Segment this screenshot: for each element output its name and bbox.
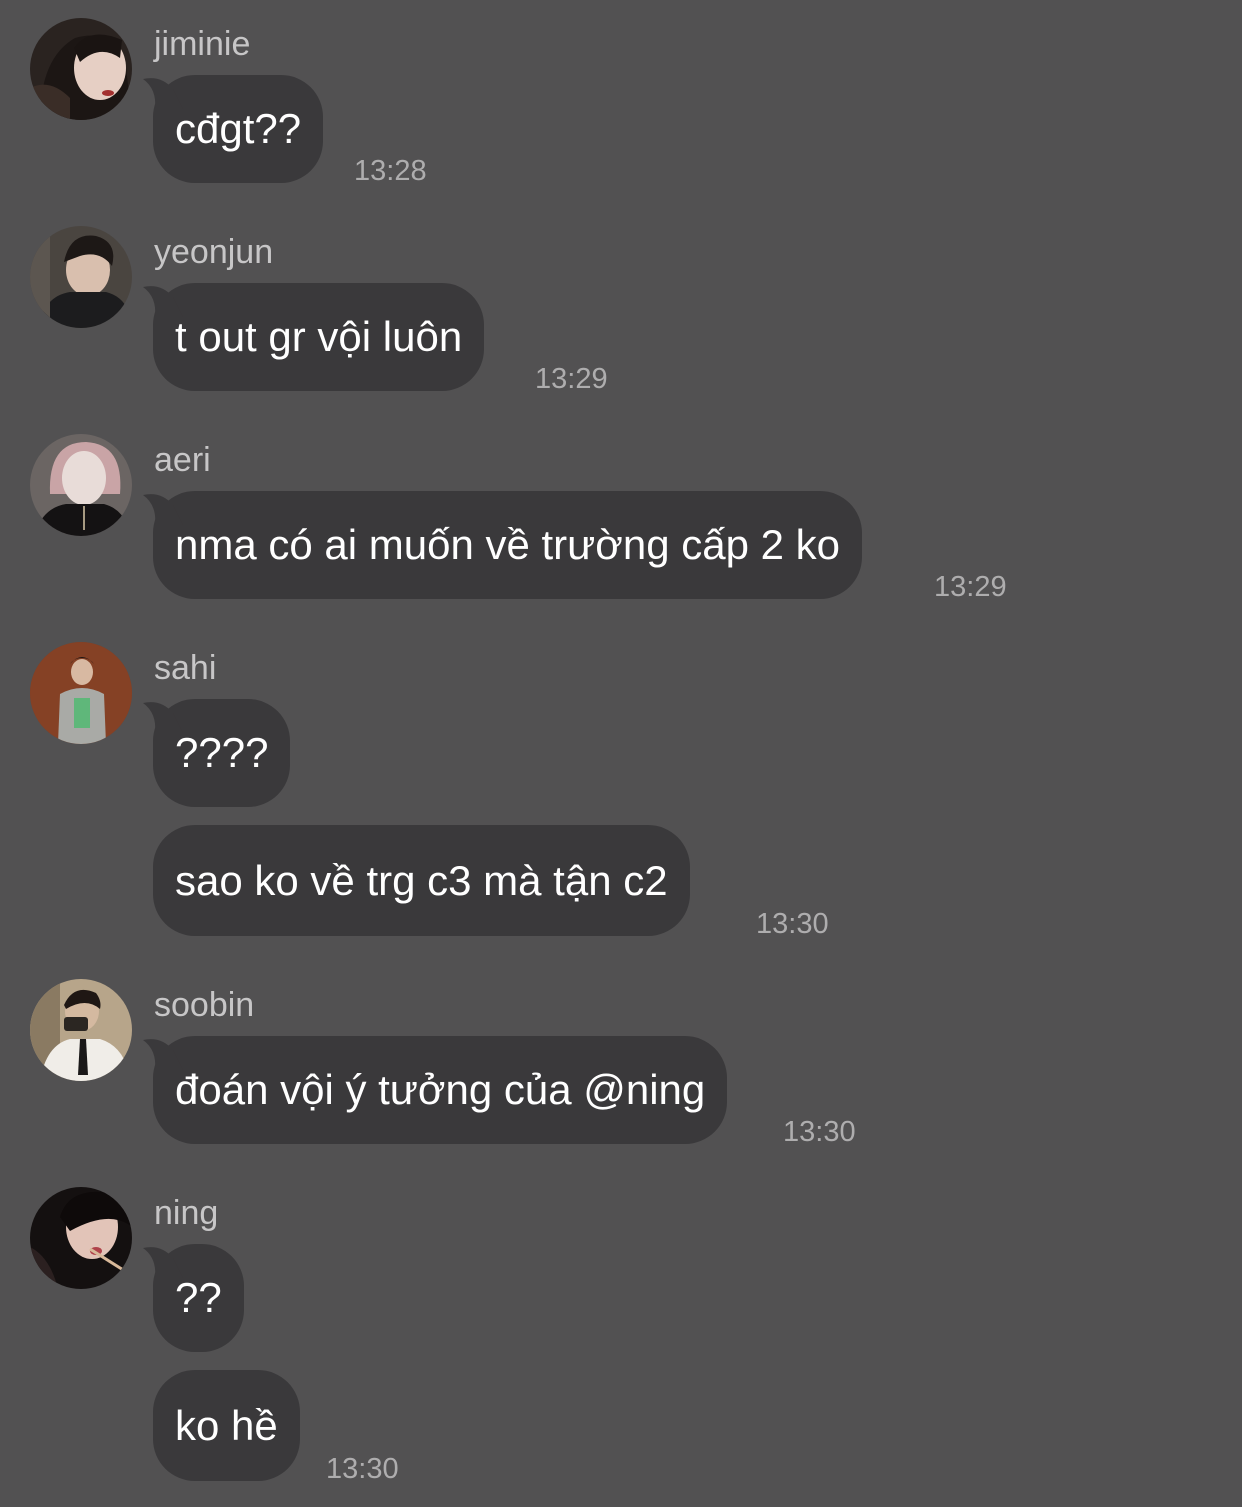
message-time: 13:30 [783,1116,856,1148]
message-bubble[interactable]: nma có ai muốn về trường cấp 2 ko [143,491,862,599]
message-text: đoán vội ý tưởng của @ning [175,1066,706,1113]
message-bubble[interactable]: sao ko về trg c3 mà tận c2 [153,825,690,936]
sender-name: yeonjun [154,233,274,271]
sender-name: jiminie [154,25,251,63]
message-time: 13:29 [934,571,1007,603]
message-bubble[interactable]: ko hề [153,1370,300,1481]
message-time: 13:28 [354,155,427,187]
avatar-ning-icon[interactable] [30,1187,132,1289]
message-text: sao ko về trg c3 mà tận c2 [175,856,668,904]
message-bubble[interactable]: đoán vội ý tưởng của @ning [143,1036,728,1144]
avatar-sahi-icon[interactable] [30,642,132,744]
bubble-tail [143,78,183,109]
avatar-yeonjun-icon[interactable] [30,226,132,328]
sender-name: sahi [154,649,217,687]
message-text: ?? [175,1274,222,1321]
message-bubble[interactable]: ???? [143,699,291,807]
message-text: ko hề [175,1401,278,1449]
sender-name: ning [154,1194,219,1232]
sender-name: soobin [154,986,255,1024]
message-time: 13:30 [326,1453,399,1485]
bubble-tail [143,1039,183,1070]
message-bubble[interactable]: cđgt?? [143,75,324,183]
message-time: 13:29 [535,363,608,395]
message-text: cđgt?? [175,105,302,152]
avatar-aeri-icon[interactable] [30,434,132,536]
avatar-jiminie-icon[interactable] [30,18,132,120]
message-text: t out gr vội luôn [175,313,463,360]
bubble-tail [143,1247,183,1278]
avatar-soobin-icon[interactable] [30,979,132,1081]
bubble-tail [143,494,183,525]
bubble-tail [143,286,183,317]
message-bubble[interactable]: t out gr vội luôn [143,283,485,391]
message-text: nma có ai muốn về trường cấp 2 ko [175,521,840,568]
message-time: 13:30 [756,908,829,940]
message-text: ???? [175,729,269,776]
sender-name: aeri [154,441,211,479]
message-bubble[interactable]: ?? [143,1244,244,1352]
bubble-tail [143,702,183,733]
